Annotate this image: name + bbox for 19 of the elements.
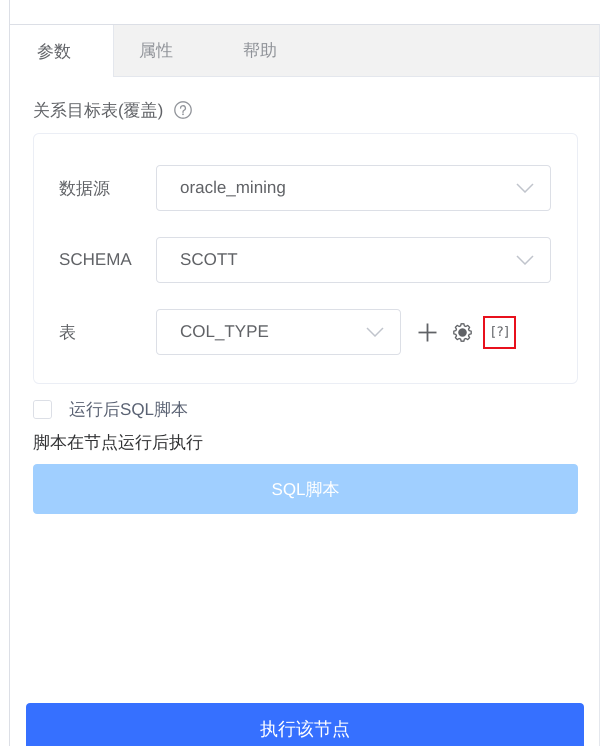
- checkbox-label[interactable]: 运行后SQL脚本: [69, 398, 188, 420]
- gear-icon[interactable]: [453, 322, 472, 342]
- chevron-down-icon: [516, 255, 534, 265]
- help-icon[interactable]: [174, 101, 192, 119]
- select-field[interactable]: COL_TYPE: [156, 309, 401, 355]
- checkbox[interactable]: [33, 400, 52, 418]
- field-label: 表: [59, 322, 77, 344]
- hint-text: 脚本在节点运行后执行: [33, 432, 204, 454]
- chevron-down-icon: [516, 183, 534, 193]
- plus-icon[interactable]: [418, 322, 437, 342]
- chevron-down-icon: [366, 327, 384, 337]
- help-link[interactable]: [?]: [489, 324, 510, 340]
- field-label: SCHEMA: [59, 250, 133, 270]
- field-label: 数据源: [59, 178, 111, 200]
- tab[interactable]: 参数: [10, 25, 114, 77]
- section-title: 关系目标表(覆盖): [33, 100, 164, 122]
- execute-node-button[interactable]: 执行该节点: [26, 703, 584, 746]
- select-field[interactable]: SCOTT: [156, 237, 551, 283]
- select-field[interactable]: oracle_mining: [156, 165, 551, 211]
